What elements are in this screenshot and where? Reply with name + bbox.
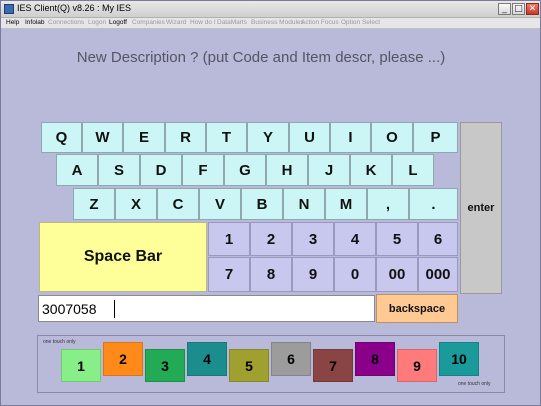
key-a[interactable]: A bbox=[56, 154, 98, 186]
key-s[interactable]: S bbox=[98, 154, 140, 186]
menu-business-modules[interactable]: Business Modules bbox=[251, 19, 304, 27]
key-o[interactable]: O bbox=[371, 122, 413, 153]
key-8[interactable]: 8 bbox=[250, 257, 292, 292]
key-period[interactable]: . bbox=[409, 188, 458, 220]
menu-bar: Help Infolab Connections Logon Logoff Co… bbox=[1, 18, 540, 29]
quick-button-8[interactable]: 8 bbox=[355, 342, 395, 376]
key-r[interactable]: R bbox=[165, 122, 206, 153]
key-1[interactable]: 1 bbox=[208, 222, 250, 256]
key-x[interactable]: X bbox=[115, 188, 157, 220]
key-n[interactable]: N bbox=[283, 188, 325, 220]
window-title: IES Client(Q) v8.26 : My IES bbox=[17, 3, 132, 13]
quick-button-10[interactable]: 10 bbox=[439, 342, 479, 376]
key-b[interactable]: B bbox=[241, 188, 283, 220]
key-000[interactable]: 000 bbox=[418, 257, 458, 292]
key-h[interactable]: H bbox=[266, 154, 308, 186]
menu-option-select[interactable]: Option Select bbox=[341, 19, 380, 27]
menu-connections[interactable]: Connections bbox=[48, 19, 84, 27]
quick-button-9[interactable]: 9 bbox=[397, 349, 437, 382]
key-5[interactable]: 5 bbox=[376, 222, 418, 256]
backspace-key[interactable]: backspace bbox=[376, 294, 458, 323]
quick-button-6[interactable]: 6 bbox=[271, 342, 311, 376]
key-3[interactable]: 3 bbox=[292, 222, 334, 256]
key-m[interactable]: M bbox=[325, 188, 367, 220]
maximize-button[interactable]: □ bbox=[512, 3, 525, 15]
description-input[interactable]: 3007058 bbox=[38, 295, 375, 322]
panel-label-bottom: one touch only bbox=[458, 381, 491, 387]
key-p[interactable]: P bbox=[413, 122, 458, 153]
key-comma[interactable]: , bbox=[367, 188, 409, 220]
menu-logon[interactable]: Logon bbox=[88, 19, 106, 27]
enter-key[interactable]: enter bbox=[460, 122, 502, 294]
quick-button-1[interactable]: 1 bbox=[61, 349, 101, 382]
menu-help[interactable]: Help bbox=[6, 19, 19, 27]
menu-how-do-i[interactable]: How do I bbox=[190, 19, 216, 27]
menu-infolab[interactable]: Infolab bbox=[25, 19, 45, 27]
key-0[interactable]: 0 bbox=[334, 257, 376, 292]
quick-button-7[interactable]: 7 bbox=[313, 349, 353, 382]
key-d[interactable]: D bbox=[140, 154, 182, 186]
key-4[interactable]: 4 bbox=[334, 222, 376, 256]
key-k[interactable]: K bbox=[350, 154, 392, 186]
title-bar: IES Client(Q) v8.26 : My IES _ □ ✕ bbox=[1, 1, 540, 18]
key-y[interactable]: Y bbox=[247, 122, 289, 153]
key-j[interactable]: J bbox=[308, 154, 350, 186]
quick-button-3[interactable]: 3 bbox=[145, 349, 185, 382]
panel-label-top: one touch only bbox=[43, 339, 76, 345]
input-value: 3007058 bbox=[42, 301, 97, 317]
key-c[interactable]: C bbox=[157, 188, 199, 220]
menu-wizard[interactable]: Wizard bbox=[166, 19, 186, 27]
key-i[interactable]: I bbox=[330, 122, 371, 153]
app-window: IES Client(Q) v8.26 : My IES _ □ ✕ Help … bbox=[0, 0, 541, 406]
app-icon bbox=[4, 4, 14, 14]
menu-action-focus[interactable]: Action Focus bbox=[301, 19, 339, 27]
key-9[interactable]: 9 bbox=[292, 257, 334, 292]
quick-button-2[interactable]: 2 bbox=[103, 342, 143, 376]
quick-button-4[interactable]: 4 bbox=[187, 342, 227, 376]
minimize-button[interactable]: _ bbox=[498, 3, 511, 15]
key-z[interactable]: Z bbox=[73, 188, 115, 220]
key-00[interactable]: 00 bbox=[376, 257, 418, 292]
text-caret bbox=[114, 300, 115, 318]
key-v[interactable]: V bbox=[199, 188, 241, 220]
menu-logoff[interactable]: Logoff bbox=[109, 19, 127, 27]
menu-datamarts[interactable]: DataMarts bbox=[217, 19, 247, 27]
prompt-text: New Description ? (put Code and Item des… bbox=[76, 49, 446, 66]
key-w[interactable]: W bbox=[82, 122, 123, 153]
key-g[interactable]: G bbox=[224, 154, 266, 186]
key-q[interactable]: Q bbox=[41, 122, 82, 153]
key-u[interactable]: U bbox=[289, 122, 330, 153]
key-t[interactable]: T bbox=[206, 122, 247, 153]
quick-button-5[interactable]: 5 bbox=[229, 349, 269, 382]
close-button[interactable]: ✕ bbox=[526, 3, 539, 15]
menu-companies[interactable]: Companies bbox=[132, 19, 165, 27]
key-f[interactable]: F bbox=[182, 154, 224, 186]
key-e[interactable]: E bbox=[123, 122, 165, 153]
key-7[interactable]: 7 bbox=[208, 257, 250, 292]
space-bar-key[interactable]: Space Bar bbox=[39, 222, 207, 292]
key-2[interactable]: 2 bbox=[250, 222, 292, 256]
key-6[interactable]: 6 bbox=[418, 222, 458, 256]
key-l[interactable]: L bbox=[392, 154, 434, 186]
